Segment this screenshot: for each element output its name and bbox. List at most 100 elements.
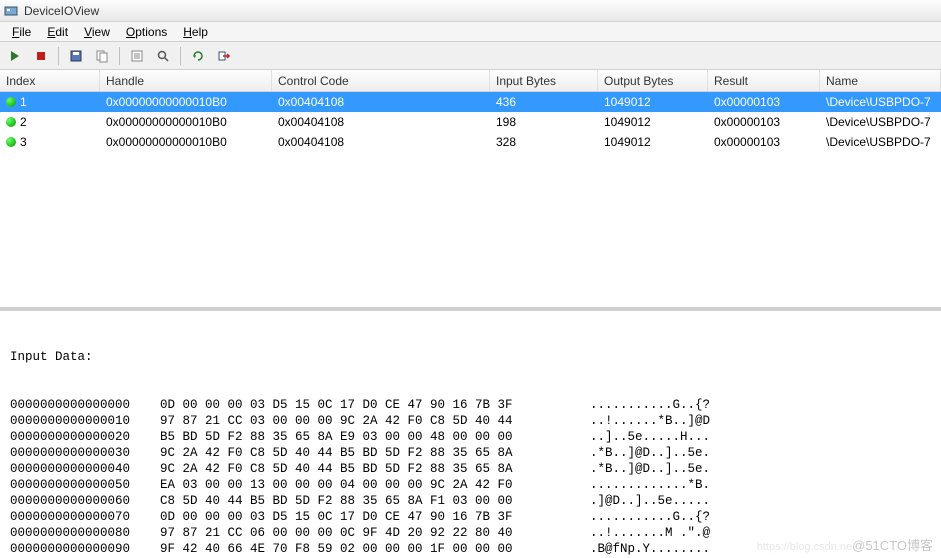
- hex-offset: 0000000000000030: [10, 445, 160, 461]
- hex-offset: 0000000000000050: [10, 477, 160, 493]
- refresh-button[interactable]: [187, 45, 209, 67]
- cell-handle: 0x00000000000010B0: [100, 92, 272, 112]
- cell-result: 0x00000103: [708, 112, 820, 132]
- hex-ascii: .B@fNp.Y........: [590, 541, 937, 557]
- toolbar: [0, 42, 941, 70]
- hex-ascii: ..]..5e.....H...: [590, 429, 937, 445]
- hex-offset: 0000000000000010: [10, 413, 160, 429]
- hex-bytes: 0D 00 00 00 03 D5 15 0C 17 D0 CE 47 90 1…: [160, 509, 590, 525]
- hex-offset: 0000000000000000: [10, 397, 160, 413]
- table-row[interactable]: 10x00000000000010B00x0040410843610490120…: [0, 92, 941, 112]
- table-header: Index Handle Control Code Input Bytes Ou…: [0, 70, 941, 92]
- hex-line: 00000000000000909F 42 40 66 4E 70 F8 59 …: [10, 541, 937, 557]
- hex-bytes: 97 87 21 CC 03 00 00 00 9C 2A 42 F0 C8 5…: [160, 413, 590, 429]
- cell-ibytes: 198: [490, 112, 598, 132]
- cell-ibytes: 328: [490, 132, 598, 152]
- hex-offset: 0000000000000060: [10, 493, 160, 509]
- hex-line: 000000000000008097 87 21 CC 06 00 00 00 …: [10, 525, 937, 541]
- hex-line: 000000000000001097 87 21 CC 03 00 00 00 …: [10, 413, 937, 429]
- cell-index: 2: [0, 112, 100, 132]
- hex-line: 00000000000000000D 00 00 00 03 D5 15 0C …: [10, 397, 937, 413]
- status-dot-icon: [6, 97, 16, 107]
- hex-offset: 0000000000000080: [10, 525, 160, 541]
- hex-ascii: .............*B.: [590, 477, 937, 493]
- hex-offset: 0000000000000090: [10, 541, 160, 557]
- hex-line: 0000000000000060C8 5D 40 44 B5 BD 5D F2 …: [10, 493, 937, 509]
- hex-ascii: ...........G..{?: [590, 397, 937, 413]
- hex-bytes: 97 87 21 CC 06 00 00 00 0C 9F 4D 20 92 2…: [160, 525, 590, 541]
- cell-obytes: 1049012: [598, 132, 708, 152]
- menu-view[interactable]: View: [76, 23, 118, 41]
- cell-index: 3: [0, 132, 100, 152]
- hex-bytes: 9C 2A 42 F0 C8 5D 40 44 B5 BD 5D F2 88 3…: [160, 445, 590, 461]
- table-body: 10x00000000000010B00x0040410843610490120…: [0, 92, 941, 152]
- menu-file[interactable]: File: [4, 23, 39, 41]
- separator: [119, 47, 120, 65]
- exit-button[interactable]: [213, 45, 235, 67]
- col-name[interactable]: Name: [820, 70, 941, 91]
- menu-options[interactable]: Options: [118, 23, 175, 41]
- cell-index: 1: [0, 92, 100, 112]
- cell-code: 0x00404108: [272, 132, 490, 152]
- col-obytes[interactable]: Output Bytes: [598, 70, 708, 91]
- status-dot-icon: [6, 137, 16, 147]
- cell-ibytes: 436: [490, 92, 598, 112]
- cell-obytes: 1049012: [598, 112, 708, 132]
- menu-edit[interactable]: Edit: [39, 23, 76, 41]
- hex-ascii: ..!......*B..]@D: [590, 413, 937, 429]
- cell-name: \Device\USBPDO-7: [820, 112, 941, 132]
- stop-button[interactable]: [30, 45, 52, 67]
- menubar: File Edit View Options Help: [0, 22, 941, 42]
- find-button[interactable]: [152, 45, 174, 67]
- table-row[interactable]: 20x00000000000010B00x0040410819810490120…: [0, 112, 941, 132]
- cell-name: \Device\USBPDO-7: [820, 92, 941, 112]
- cell-name: \Device\USBPDO-7: [820, 132, 941, 152]
- hex-line: 0000000000000020B5 BD 5D F2 88 35 65 8A …: [10, 429, 937, 445]
- hex-line: 00000000000000700D 00 00 00 03 D5 15 0C …: [10, 509, 937, 525]
- cell-result: 0x00000103: [708, 92, 820, 112]
- hex-bytes: EA 03 00 00 13 00 00 00 04 00 00 00 9C 2…: [160, 477, 590, 493]
- cell-handle: 0x00000000000010B0: [100, 112, 272, 132]
- hex-line: 0000000000000050EA 03 00 00 13 00 00 00 …: [10, 477, 937, 493]
- hex-ascii: ..!.......M .".@: [590, 525, 937, 541]
- hex-line: 00000000000000309C 2A 42 F0 C8 5D 40 44 …: [10, 445, 937, 461]
- separator: [58, 47, 59, 65]
- menu-help[interactable]: Help: [175, 23, 216, 41]
- hex-bytes: B5 BD 5D F2 88 35 65 8A E9 03 00 00 48 0…: [160, 429, 590, 445]
- hex-ascii: ...........G..{?: [590, 509, 937, 525]
- hex-ascii: .*B..]@D..]..5e.: [590, 461, 937, 477]
- hex-bytes: C8 5D 40 44 B5 BD 5D F2 88 35 65 8A F1 0…: [160, 493, 590, 509]
- separator: [180, 47, 181, 65]
- hex-view: Input Data: 00000000000000000D 00 00 00 …: [0, 310, 941, 558]
- hex-offset: 0000000000000020: [10, 429, 160, 445]
- col-handle[interactable]: Handle: [100, 70, 272, 91]
- col-result[interactable]: Result: [708, 70, 820, 91]
- hex-bytes: 9C 2A 42 F0 C8 5D 40 44 B5 BD 5D F2 88 3…: [160, 461, 590, 477]
- hex-line: 00000000000000409C 2A 42 F0 C8 5D 40 44 …: [10, 461, 937, 477]
- hex-title: Input Data:: [10, 349, 937, 365]
- hex-bytes: 9F 42 40 66 4E 70 F8 59 02 00 00 00 1F 0…: [160, 541, 590, 557]
- hex-offset: 0000000000000070: [10, 509, 160, 525]
- col-code[interactable]: Control Code: [272, 70, 490, 91]
- properties-button[interactable]: [126, 45, 148, 67]
- cell-result: 0x00000103: [708, 132, 820, 152]
- table-row[interactable]: 30x00000000000010B00x0040410832810490120…: [0, 132, 941, 152]
- col-index[interactable]: Index: [0, 70, 100, 91]
- cell-handle: 0x00000000000010B0: [100, 132, 272, 152]
- play-button[interactable]: [4, 45, 26, 67]
- event-table: Index Handle Control Code Input Bytes Ou…: [0, 70, 941, 310]
- status-dot-icon: [6, 117, 16, 127]
- app-icon: [4, 4, 18, 18]
- hex-ascii: .*B..]@D..]..5e.: [590, 445, 937, 461]
- hex-bytes: 0D 00 00 00 03 D5 15 0C 17 D0 CE 47 90 1…: [160, 397, 590, 413]
- cell-code: 0x00404108: [272, 112, 490, 132]
- copy-button[interactable]: [91, 45, 113, 67]
- cell-obytes: 1049012: [598, 92, 708, 112]
- titlebar: DeviceIOView: [0, 0, 941, 22]
- hex-offset: 0000000000000040: [10, 461, 160, 477]
- hex-ascii: .]@D..]..5e.....: [590, 493, 937, 509]
- col-ibytes[interactable]: Input Bytes: [490, 70, 598, 91]
- cell-code: 0x00404108: [272, 92, 490, 112]
- save-button[interactable]: [65, 45, 87, 67]
- window-title: DeviceIOView: [24, 4, 99, 18]
